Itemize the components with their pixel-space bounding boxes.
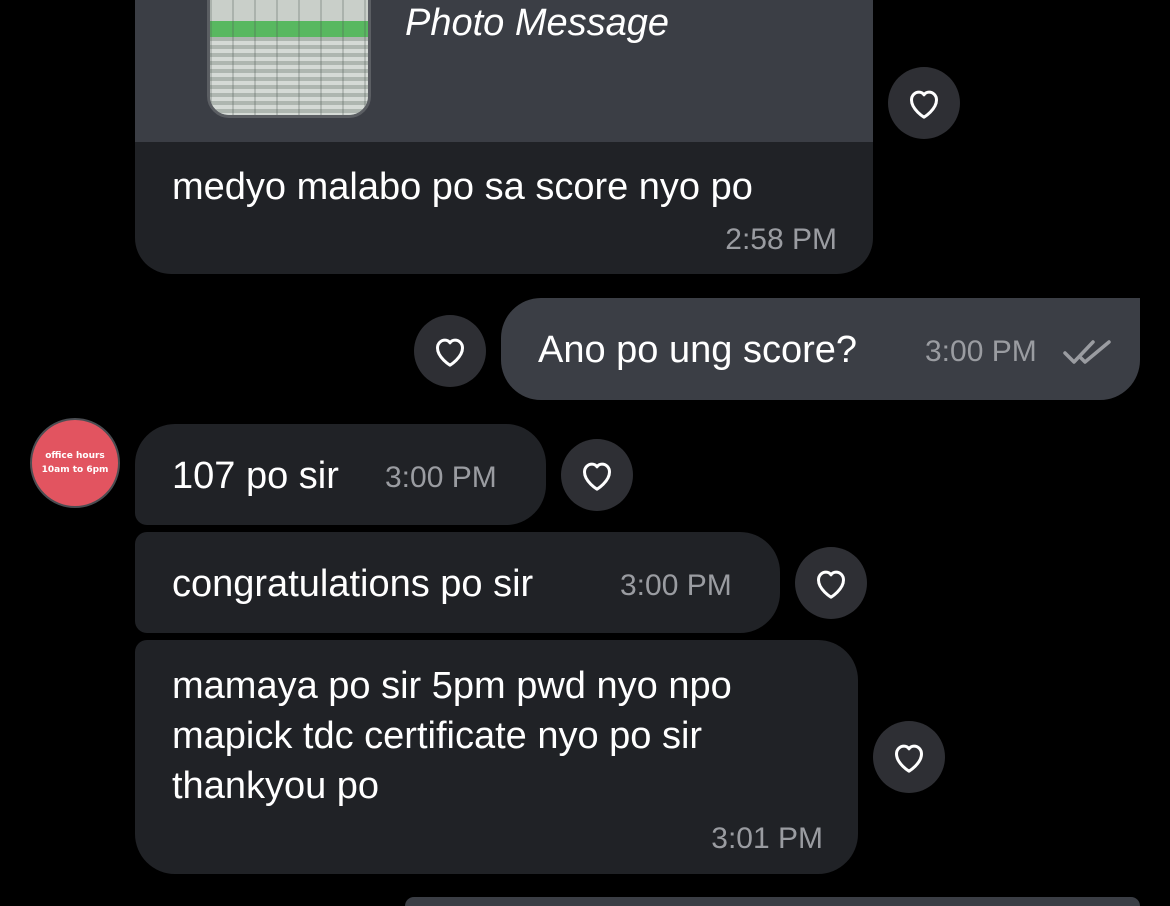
photo-preview-header[interactable]: Photo Message: [135, 0, 873, 142]
message-text-line: mapick tdc certificate nyo po sir: [172, 715, 703, 757]
double-check-icon: [1063, 340, 1111, 364]
message-bubble-outgoing[interactable]: Ano po ung score? 3:00 PM: [501, 298, 1140, 400]
message-text-line: thankyou po: [172, 765, 380, 807]
react-heart-button[interactable]: [414, 315, 486, 387]
heart-outline-icon: [895, 744, 923, 773]
message-bubble-photo[interactable]: Photo Message medyo malabo po sa score n…: [135, 0, 873, 274]
heart-outline-icon: [910, 90, 938, 119]
photo-message-label: Photo Message: [405, 2, 670, 44]
react-heart-button[interactable]: [873, 721, 945, 793]
message-text: congratulations po sir: [172, 563, 534, 605]
message-timestamp: 3:00 PM: [620, 569, 732, 602]
message-text: medyo malabo po sa score nyo po: [172, 166, 753, 208]
message-text: 107 po sir: [172, 455, 339, 497]
message-timestamp: 2:58 PM: [725, 223, 837, 256]
heart-outline-icon: [583, 462, 611, 491]
avatar-text-line2: 10am to 6pm: [41, 465, 109, 475]
photo-thumbnail[interactable]: [207, 0, 371, 118]
message-bubble-incoming[interactable]: congratulations po sir 3:00 PM: [135, 532, 780, 633]
message-bubble-incoming[interactable]: mamaya po sir 5pm pwd nyo npo mapick tdc…: [135, 640, 858, 874]
message-timestamp: 3:00 PM: [925, 335, 1037, 368]
avatar-text-line1: office hours: [45, 451, 105, 461]
heart-outline-icon: [817, 570, 845, 599]
message-bubble-incoming[interactable]: 107 po sir 3:00 PM: [135, 424, 546, 525]
react-heart-button[interactable]: [561, 439, 633, 511]
react-heart-button[interactable]: [795, 547, 867, 619]
message-bubble-outgoing-partial[interactable]: [405, 897, 1140, 906]
contact-avatar[interactable]: office hours 10am to 6pm: [30, 418, 120, 508]
message-timestamp: 3:01 PM: [711, 822, 823, 855]
react-heart-button[interactable]: [888, 67, 960, 139]
message-text-line: mamaya po sir 5pm pwd nyo npo: [172, 665, 732, 707]
message-text: Ano po ung score?: [538, 329, 858, 371]
message-timestamp: 3:00 PM: [385, 461, 497, 494]
heart-outline-icon: [436, 338, 464, 367]
